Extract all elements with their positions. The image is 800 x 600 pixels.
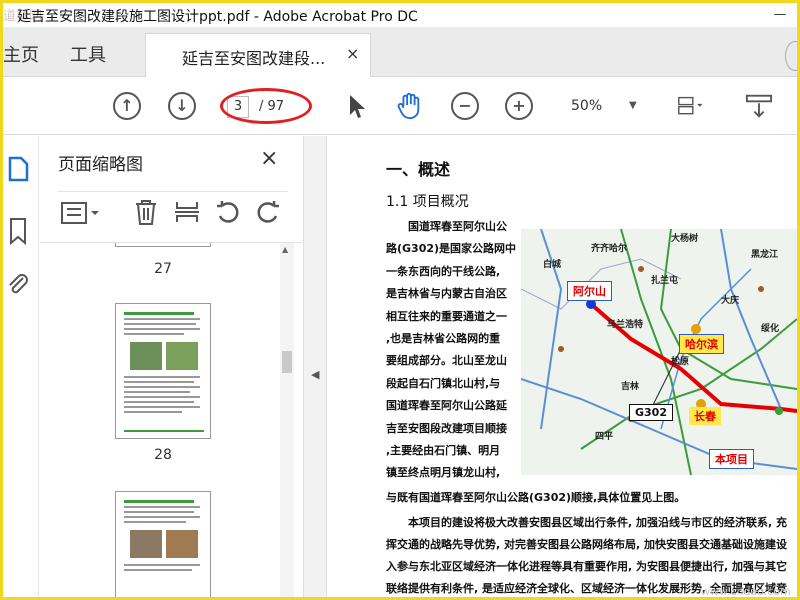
toolbar: ↑ ↓ 3 / 97 − + 50% ▼ [3,78,797,135]
doc-paragraph-1-end: 与既有国道珲春至阿尔山公路(G302)顺接,具体位置见上图。 [386,491,686,504]
title-bar: 道林网 延吉至安图改建段施工图设计ppt.pdf - Adobe Acrobat… [3,3,797,27]
map-label: 大杨树 [671,234,699,244]
window-title: 延吉至安图改建段施工图设计ppt.pdf - Adobe Acrobat Pro… [17,9,418,25]
extract-pages-icon[interactable] [173,198,201,226]
new-tab-button[interactable] [785,41,797,71]
doc-line: 要组成部分。北山至龙山 [386,354,507,368]
options-menu-icon[interactable] [60,200,100,226]
map-label: 白城 [543,260,562,270]
tab-bar: 主页 工具 延吉至安图改建段... × [3,27,797,77]
map-label: 绥化 [761,324,780,334]
doc-paragraph-1: 国道珲春至阿尔山公 路(G302)是国家公路网中 一条东西向的干线公路, 是吉林… [386,216,518,485]
map-label-arshan: 阿尔山 [567,281,612,301]
doc-line: 相互往来的重要通道之一 [386,309,507,323]
map-roads [521,229,797,475]
doc-line: 是吉林省与内蒙古自治区 [386,287,507,301]
map-label-changchun: 长春 [689,407,721,425]
map-label: 松原 [671,357,690,367]
prev-page-icon[interactable]: ↑ [113,92,141,120]
zoom-dropdown-icon[interactable]: ▼ [629,100,637,111]
doc-line: 国道珲春至阿尔山公路延 [386,399,507,413]
thumbnail-scrollbar[interactable]: ▲ [280,243,294,597]
doc-line: 一条东西向的干线公路, [386,264,501,278]
map-label-this-project: 本项目 [709,449,754,469]
doc-line: 镇至终点明月镇龙山村, [386,466,501,480]
thumbnail-label: 28 [154,447,172,463]
map-label: 乌兰浩特 [607,320,644,330]
scrollbar-thumb[interactable] [282,351,292,373]
tab-home[interactable]: 主页 [3,41,39,67]
map-label: 吉林 [621,382,640,392]
delete-page-icon[interactable] [133,198,159,226]
doc-line: 吉至安图段改建项目顺接 [386,421,507,435]
watermark-bottom: www.cndao.com [701,585,791,597]
location-map: 阿尔山 哈尔滨 G302 长春 本项目 大杨树 齐齐哈尔 黑龙江 白城 吉林 乌… [521,229,797,475]
thumbnail-label: 27 [154,261,172,277]
thumbnail-page-29[interactable] [115,491,211,597]
doc-line: 挥交通的战略先导优势, 对完善安图县公路网络布局, 加快安图县交通基础设施建设 [386,538,788,551]
doc-line: ,主要经由石门镇、明月 [386,444,501,458]
minimize-button[interactable]: — [767,7,793,23]
zoom-out-icon[interactable]: − [451,92,479,120]
doc-line: 路(G302)是国家公路网中 [386,242,517,256]
thumbnail-page-26[interactable] [115,243,211,247]
doc-subheading: 1.1 项目概况 [386,194,469,210]
thumbnail-page-28[interactable] [115,303,211,439]
doc-line: ,也是吉林省公路网的重 [386,332,501,346]
select-cursor-icon[interactable] [343,92,371,120]
rotate-ccw-icon[interactable] [214,198,242,226]
hand-tool-icon[interactable] [395,92,423,120]
zoom-level[interactable]: 50% [571,98,602,114]
map-label: 四平 [595,432,614,442]
doc-line: 入参与东北亚区域经济一体化进程等具有重要作用, 为安图县便捷出行, 加强与其它 [386,560,788,573]
map-label-g302: G302 [629,404,673,421]
panel-toolbar [58,191,288,231]
thumbnail-list: 27 28 ▲ [40,242,302,597]
doc-line: 本项目的建设将极大改善安图县区域出行条件, 加强沿线与市区的经济联系, 充 [408,516,788,529]
bookmark-icon[interactable] [5,216,31,246]
panel-collapse-bar[interactable]: ◀ [303,136,327,597]
map-label-harbin: 哈尔滨 [679,334,724,354]
red-annotation-oval [220,88,312,124]
panel-close-button[interactable]: × [260,146,278,171]
scroll-mode-icon[interactable] [745,92,773,120]
app-window: 道林网 延吉至安图改建段施工图设计ppt.pdf - Adobe Acrobat… [3,3,797,597]
tab-close-button[interactable]: × [346,44,359,63]
document-page: 一、概述 1.1 项目概况 国道珲春至阿尔山公 路(G302)是国家公路网中 一… [327,136,797,597]
navigation-rail [3,136,39,597]
doc-line: 段起自石门镇北山村,与 [386,376,501,390]
map-label: 大庆 [721,296,740,306]
map-label: 扎兰屯 [651,276,679,286]
scroll-up-icon[interactable]: ▲ [282,245,288,254]
attachment-icon[interactable] [5,270,31,300]
panel-title: 页面缩略图 [58,155,143,175]
tab-tools[interactable]: 工具 [70,41,106,67]
doc-heading: 一、概述 [386,160,451,179]
page-thumbnails-icon[interactable] [5,154,31,184]
collapse-arrow-icon[interactable]: ◀ [311,368,319,381]
doc-line: 国道珲春至阿尔山公 [408,220,507,233]
map-label: 齐齐哈尔 [591,244,628,254]
tab-document[interactable]: 延吉至安图改建段... × [145,33,371,77]
tab-document-label: 延吉至安图改建段... [182,49,326,68]
next-page-icon[interactable]: ↓ [168,92,196,120]
map-label: 黑龙江 [751,250,779,260]
zoom-in-icon[interactable]: + [505,92,533,120]
rotate-cw-icon[interactable] [254,198,282,226]
thumbnails-panel: 页面缩略图 × 27 28 ▲ [40,136,302,597]
page-fit-icon[interactable] [676,92,704,120]
